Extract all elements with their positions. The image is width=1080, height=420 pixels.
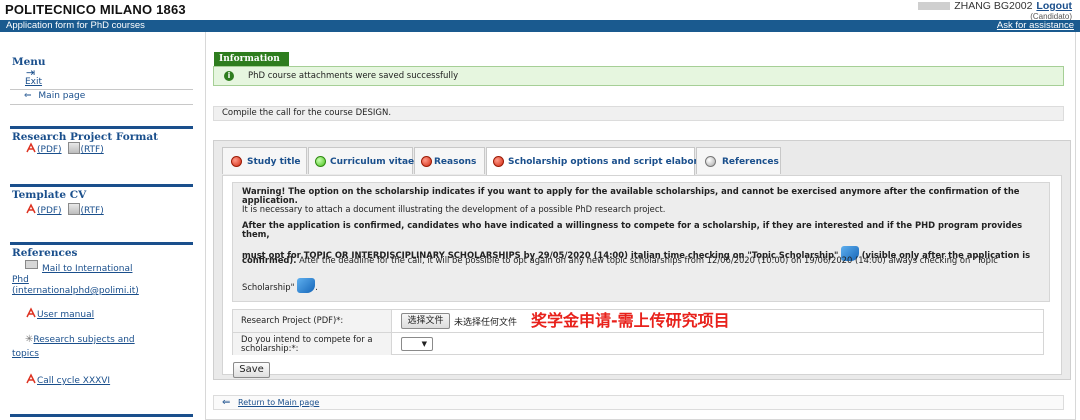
return-main-page-link[interactable]: Return to Main page <box>238 397 319 409</box>
research-format-downloads: (PDF) (RTF) <box>25 142 104 155</box>
tab-label: Reasons <box>434 157 477 167</box>
choose-file-button[interactable]: 选择文件 <box>401 313 450 329</box>
rtf-icon <box>68 203 81 215</box>
redacted-name <box>918 2 951 11</box>
pdf-icon <box>25 142 37 154</box>
main-page-link[interactable]: Main page <box>38 91 85 101</box>
user-manual-link[interactable]: User manual <box>37 310 94 320</box>
save-button[interactable]: Save <box>233 362 270 378</box>
tabs-container: Study title Curriculum vitae Reasons Sch… <box>213 140 1071 380</box>
information-tab: Information <box>214 52 289 66</box>
pdf-icon <box>25 373 37 385</box>
compile-notice: Compile the call for the course DESIGN. <box>213 106 1064 121</box>
status-red-icon <box>421 156 432 167</box>
brand-logo: POLITECNICO MILANO 1863 <box>5 2 186 17</box>
research-project-label: Research Project (PDF)*: <box>233 310 392 332</box>
logout-link[interactable]: Logout <box>1036 0 1072 12</box>
exit-link[interactable]: Exit <box>25 77 42 87</box>
rtf-icon <box>68 142 81 154</box>
return-bar: ⇐ Return to Main page <box>213 395 1064 410</box>
tab-label: Curriculum vitae <box>330 157 415 167</box>
status-red-icon <box>493 156 504 167</box>
tab-label: Study title <box>247 157 301 167</box>
no-file-text: 未选择任何文件 <box>454 318 518 328</box>
back-arrow-icon: ⇐ <box>222 397 231 408</box>
book-icon[interactable] <box>297 278 316 293</box>
main-page-item[interactable]: ⇐ Main page <box>24 91 85 101</box>
page-subtitle: Application form for PhD courses <box>6 20 145 31</box>
tab-scholarship-options[interactable]: Scholarship options and script elaborate <box>486 147 714 175</box>
research-subjects-link[interactable]: Research subjects and <box>33 335 134 345</box>
warning-line4d: After the deadline for the call, it will… <box>299 255 998 265</box>
mail-link-line1[interactable]: Mail to International <box>42 264 132 274</box>
sidebar: Menu ⇥ Exit ⇐ Main page Research Project… <box>0 32 200 420</box>
compete-label: Do you intend to compete for a scholarsh… <box>233 333 392 355</box>
compete-label-line2: scholarship:*: <box>241 343 299 353</box>
divider <box>10 89 193 90</box>
pdf-icon <box>25 203 37 215</box>
warning-line5-end: . <box>315 282 318 292</box>
template-cv-heading: Template CV <box>12 189 87 201</box>
warning-line5: Scholarship" <box>242 282 295 292</box>
compete-row: Do you intend to compete for a scholarsh… <box>233 333 1043 356</box>
status-green-icon <box>315 156 326 167</box>
status-grey-icon <box>705 156 716 167</box>
cv-pdf-link[interactable]: (PDF) <box>37 206 62 216</box>
tab-study-title[interactable]: Study title <box>222 147 307 174</box>
warning-line2: It is necessary to attach a document ill… <box>242 204 666 214</box>
tab-reasons[interactable]: Reasons <box>414 147 485 174</box>
tab-references[interactable]: References <box>696 147 781 174</box>
research-project-row: Research Project (PDF)*: 选择文件 未选择任何文件 奖学… <box>233 310 1043 333</box>
success-message: PhD course attachments were saved succes… <box>248 71 459 81</box>
main-panel: Information i PhD course attachments wer… <box>205 32 1076 420</box>
section-bar <box>10 184 193 187</box>
section-bar <box>10 242 193 245</box>
references-heading: References <box>12 247 78 259</box>
warning-line4c: confirmed). <box>242 255 297 265</box>
tab-label: Scholarship options and script elaborate <box>508 157 715 167</box>
back-arrow-icon: ⇐ <box>24 91 32 101</box>
chevron-down-icon: ▼ <box>421 340 427 348</box>
template-cv-downloads: (PDF) (RTF) <box>25 203 104 216</box>
warning-line3: After the application is confirmed, cand… <box>242 220 1023 240</box>
compete-select[interactable]: ▼ <box>401 337 433 351</box>
red-annotation: 奖学金申请-需上传研究项目 <box>531 311 730 330</box>
success-message-box: i PhD course attachments were saved succ… <box>213 66 1064 86</box>
research-subjects-item[interactable]: ✳Research subjects and <box>25 334 135 345</box>
app-header: POLITECNICO MILANO 1863 ZHANG BG2002 Logo… <box>0 0 1080 32</box>
mail-item[interactable] <box>25 260 38 271</box>
status-red-icon <box>231 156 242 167</box>
scholarship-form: Research Project (PDF)*: 选择文件 未选择任何文件 奖学… <box>232 309 1044 355</box>
call-cycle-link[interactable]: Call cycle XXXVI <box>37 376 110 386</box>
research-pdf-link[interactable]: (PDF) <box>37 145 62 155</box>
user-box: ZHANG BG2002 Logout (Candidato) <box>918 0 1072 21</box>
research-subjects-link-line2[interactable]: topics <box>12 349 39 359</box>
tab-content: Warning! The option on the scholarship i… <box>222 175 1062 378</box>
tab-curriculum-vitae[interactable]: Curriculum vitae <box>308 147 415 174</box>
sub-header-bar: Application form for PhD courses Ask for… <box>0 20 1080 32</box>
call-cycle-item[interactable]: Call cycle XXXVI <box>25 373 110 386</box>
info-icon: i <box>224 71 234 81</box>
warning-line1: Warning! The option on the scholarship i… <box>242 186 1020 196</box>
section-bar <box>10 126 193 129</box>
tab-label: References <box>722 157 779 167</box>
user-name: ZHANG BG2002 <box>954 0 1033 12</box>
research-rtf-link[interactable]: (RTF) <box>80 145 103 155</box>
user-manual-item[interactable]: User manual <box>25 307 94 320</box>
pdf-icon <box>25 307 37 319</box>
ask-assistance-link[interactable]: Ask for assistance <box>997 20 1074 32</box>
cv-rtf-link[interactable]: (RTF) <box>80 206 103 216</box>
section-bar <box>10 414 193 417</box>
mail-link-line3[interactable]: (internationalphd@polimi.it) <box>12 286 139 296</box>
scholarship-warning: Warning! The option on the scholarship i… <box>232 182 1050 302</box>
mail-icon <box>25 260 38 269</box>
divider <box>10 104 193 105</box>
mail-link-line2[interactable]: Phd <box>12 275 29 285</box>
